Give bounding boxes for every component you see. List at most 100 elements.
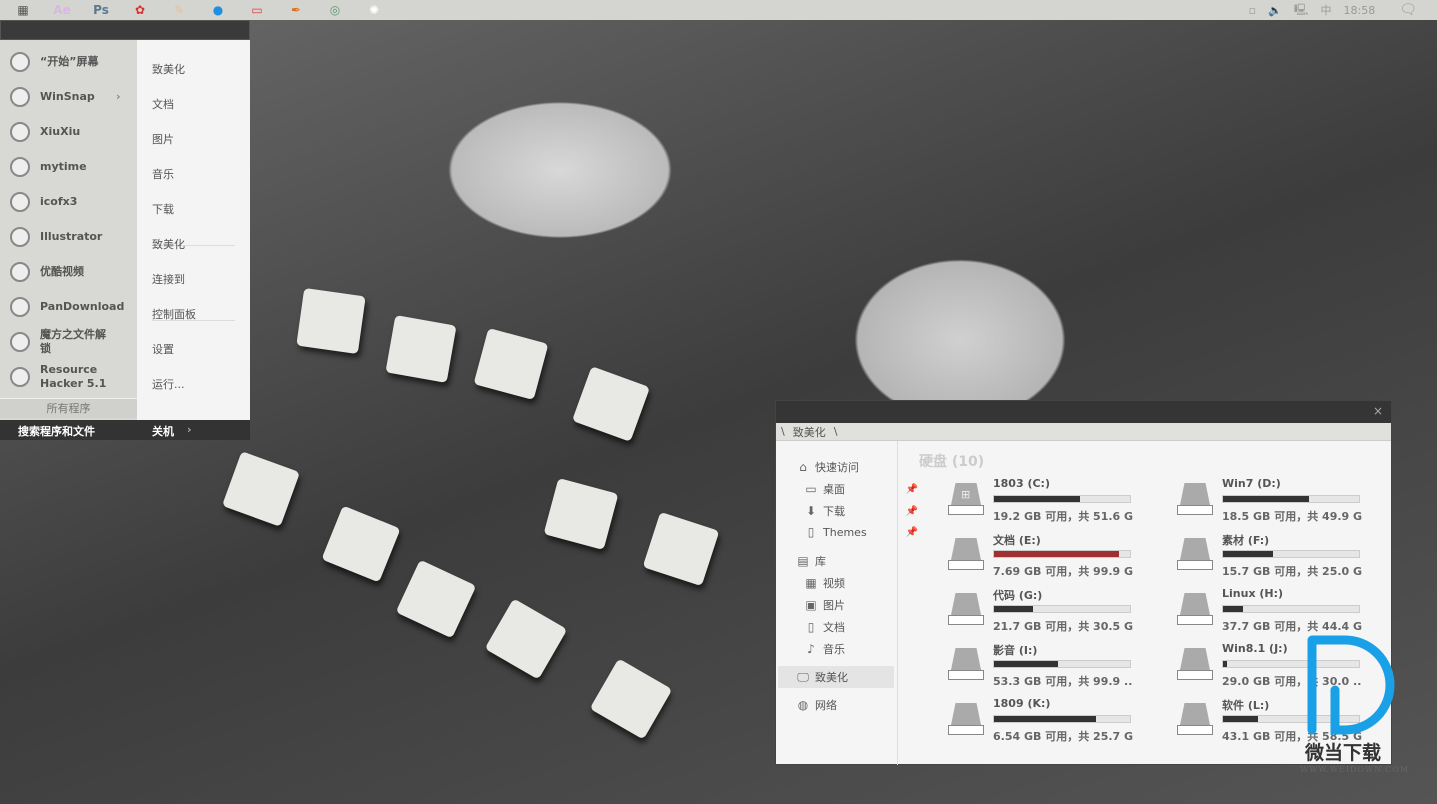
nav-this-pc[interactable]: 🖵 致美化 xyxy=(778,666,894,688)
drive-space-info: 53.3 GB 可用，共 99.9 ... xyxy=(993,675,1133,688)
place-item[interactable]: 下载 xyxy=(152,201,174,217)
monitor-icon[interactable]: ▭ xyxy=(241,3,273,17)
title-bar[interactable]: × xyxy=(776,401,1391,423)
shutdown-button[interactable]: 关机 xyxy=(152,423,174,439)
drive-item[interactable]: 影音 (I:) 53.3 GB 可用，共 99.9 ... xyxy=(948,642,1168,697)
start-grid-icon[interactable]: ▦ xyxy=(7,3,39,17)
drive-item[interactable]: Win7 (D:) 18.5 GB 可用，共 49.9 GB xyxy=(1177,477,1397,532)
shutdown-options-arrow[interactable]: › xyxy=(187,423,192,436)
drop-icon[interactable]: ● xyxy=(202,3,234,17)
program-item[interactable]: icofx3 xyxy=(0,184,137,219)
volume-icon[interactable]: 🔈 xyxy=(1268,4,1282,17)
program-item[interactable]: “开始”屏幕 xyxy=(0,44,137,79)
drive-space-info: 15.7 GB 可用，共 25.0 GB xyxy=(1222,565,1362,578)
clock[interactable]: 18:58 xyxy=(1344,4,1376,17)
nav-label: 网络 xyxy=(815,699,837,712)
pin-icon[interactable]: 📌 xyxy=(906,484,918,495)
place-item[interactable]: 音乐 xyxy=(152,166,174,182)
pin-icon[interactable]: 📌 xyxy=(906,527,918,538)
nav-quick-access[interactable]: ⌂ 快速访问 xyxy=(796,459,914,475)
wallpaper-tile xyxy=(484,598,568,680)
watermark-brand: 微当下载 xyxy=(1305,742,1382,764)
nav-item[interactable]: ⬇ 下载 📌 xyxy=(804,503,922,519)
wallpaper-tile xyxy=(642,511,720,587)
all-programs-button[interactable]: 所有程序 xyxy=(0,398,137,418)
drive-item[interactable]: ⊞ 1803 (C:) 19.2 GB 可用，共 51.6 GB xyxy=(948,477,1168,532)
program-item[interactable]: PanDownload xyxy=(0,289,137,324)
program-item[interactable]: Illustrator xyxy=(0,219,137,254)
nav-library[interactable]: ▤ 库 xyxy=(796,553,914,569)
drive-item[interactable]: 文档 (E:) 7.69 GB 可用，共 99.9 GB xyxy=(948,532,1168,587)
gear-red-icon[interactable]: ✿ xyxy=(124,3,156,17)
drive-space-info: 7.69 GB 可用，共 99.9 GB xyxy=(993,565,1133,578)
drive-item[interactable]: 1809 (K:) 6.54 GB 可用，共 25.7 GB xyxy=(948,697,1168,752)
nav-item[interactable]: ▯ 文档 xyxy=(804,619,922,635)
search-programs-field[interactable]: 搜索程序和文件 xyxy=(18,423,95,439)
feather-icon[interactable]: ✎ xyxy=(163,3,195,17)
globe-icon: ◍ xyxy=(797,698,809,712)
wallpaper-tile xyxy=(296,287,366,355)
place-item[interactable]: 图片 xyxy=(152,131,174,147)
place-item[interactable]: 致美化 xyxy=(152,236,185,252)
program-item[interactable]: mytime xyxy=(0,149,137,184)
picture-icon: ▣ xyxy=(805,598,817,612)
program-label: XiuXiu xyxy=(40,124,81,138)
ime-indicator[interactable]: 中 xyxy=(1321,2,1332,18)
place-item[interactable]: 文档 xyxy=(152,96,174,112)
place-item[interactable]: 致美化 xyxy=(152,61,185,77)
place-item[interactable]: 连接到 xyxy=(152,271,185,287)
computer-icon: 🖵 xyxy=(797,669,809,684)
drive-space-info: 37.7 GB 可用，共 44.4 GB xyxy=(1222,620,1362,633)
nav-item[interactable]: ▯ Themes 📌 xyxy=(804,525,922,539)
drive-name: 文档 (E:) xyxy=(993,534,1041,547)
pin-icon[interactable]: 📌 xyxy=(906,506,918,517)
breadcrumb-separator: \ xyxy=(833,425,838,438)
chrome-icon[interactable]: ◎ xyxy=(319,3,351,17)
desktop-icon: ▭ xyxy=(805,482,817,496)
after-effects-icon[interactable]: Ae xyxy=(46,3,78,17)
program-label: Illustrator xyxy=(40,229,103,243)
tray-app-icon[interactable]: ▫ xyxy=(1249,4,1256,17)
program-label: Resource Hacker 5.1 xyxy=(40,362,107,390)
nav-item[interactable]: ▣ 图片 xyxy=(804,597,922,613)
drive-space-info: 18.5 GB 可用，共 49.9 GB xyxy=(1222,510,1362,523)
place-item[interactable]: 设置 xyxy=(152,341,174,357)
drive-usage-fill xyxy=(994,661,1058,667)
drive-item[interactable]: Linux (H:) 37.7 GB 可用，共 44.4 GB xyxy=(1177,587,1397,642)
program-label: mytime xyxy=(40,159,87,173)
place-item[interactable]: 控制面板 xyxy=(152,306,196,322)
drive-usage-bar xyxy=(1222,605,1360,613)
program-item[interactable]: XiuXiu xyxy=(0,114,137,149)
drive-name: 软件 (L:) xyxy=(1222,699,1270,712)
drive-usage-bar xyxy=(993,550,1131,558)
program-item[interactable]: 魔方之文件解锁 xyxy=(0,324,137,359)
weidown-logo-icon xyxy=(1307,635,1395,735)
network-icon[interactable]: 🖳 xyxy=(1294,1,1309,20)
address-bar[interactable]: \ 致美化 \ xyxy=(776,423,1391,441)
program-item[interactable]: Resource Hacker 5.1 xyxy=(0,359,137,394)
illustrator-icon xyxy=(10,226,30,247)
program-item[interactable]: 优酷视频 xyxy=(0,254,137,289)
place-item[interactable]: 运行... xyxy=(152,376,185,392)
program-item[interactable]: WinSnap › xyxy=(0,79,137,114)
photoshop-icon[interactable]: Ps xyxy=(85,3,117,17)
notification-icon[interactable]: 🗨 xyxy=(1399,2,1417,18)
breadcrumb-item[interactable]: 致美化 xyxy=(793,424,826,440)
pandownload-icon xyxy=(10,296,30,317)
nav-item[interactable]: ♪ 音乐 xyxy=(804,641,922,657)
wallpaper-tile xyxy=(321,505,401,583)
nav-network[interactable]: ◍ 网络 xyxy=(796,697,914,713)
pen-icon[interactable]: ✒ xyxy=(280,3,312,17)
nav-item[interactable]: ▭ 桌面 📌 xyxy=(804,481,922,497)
program-label: PanDownload xyxy=(40,299,125,313)
hard-drive-icon xyxy=(1177,593,1213,627)
nav-item[interactable]: ▦ 视频 xyxy=(804,575,922,591)
drive-item[interactable]: 代码 (G:) 21.7 GB 可用，共 30.5 GB xyxy=(948,587,1168,642)
nav-label: 快速访问 xyxy=(815,461,859,474)
settings-icon[interactable]: ✺ xyxy=(358,3,390,17)
close-button[interactable]: × xyxy=(1373,404,1383,418)
music-icon: ♪ xyxy=(807,642,815,656)
drive-item[interactable]: 素材 (F:) 15.7 GB 可用，共 25.0 GB xyxy=(1177,532,1397,587)
drive-usage-fill xyxy=(994,716,1096,722)
drive-usage-bar xyxy=(1222,495,1360,503)
